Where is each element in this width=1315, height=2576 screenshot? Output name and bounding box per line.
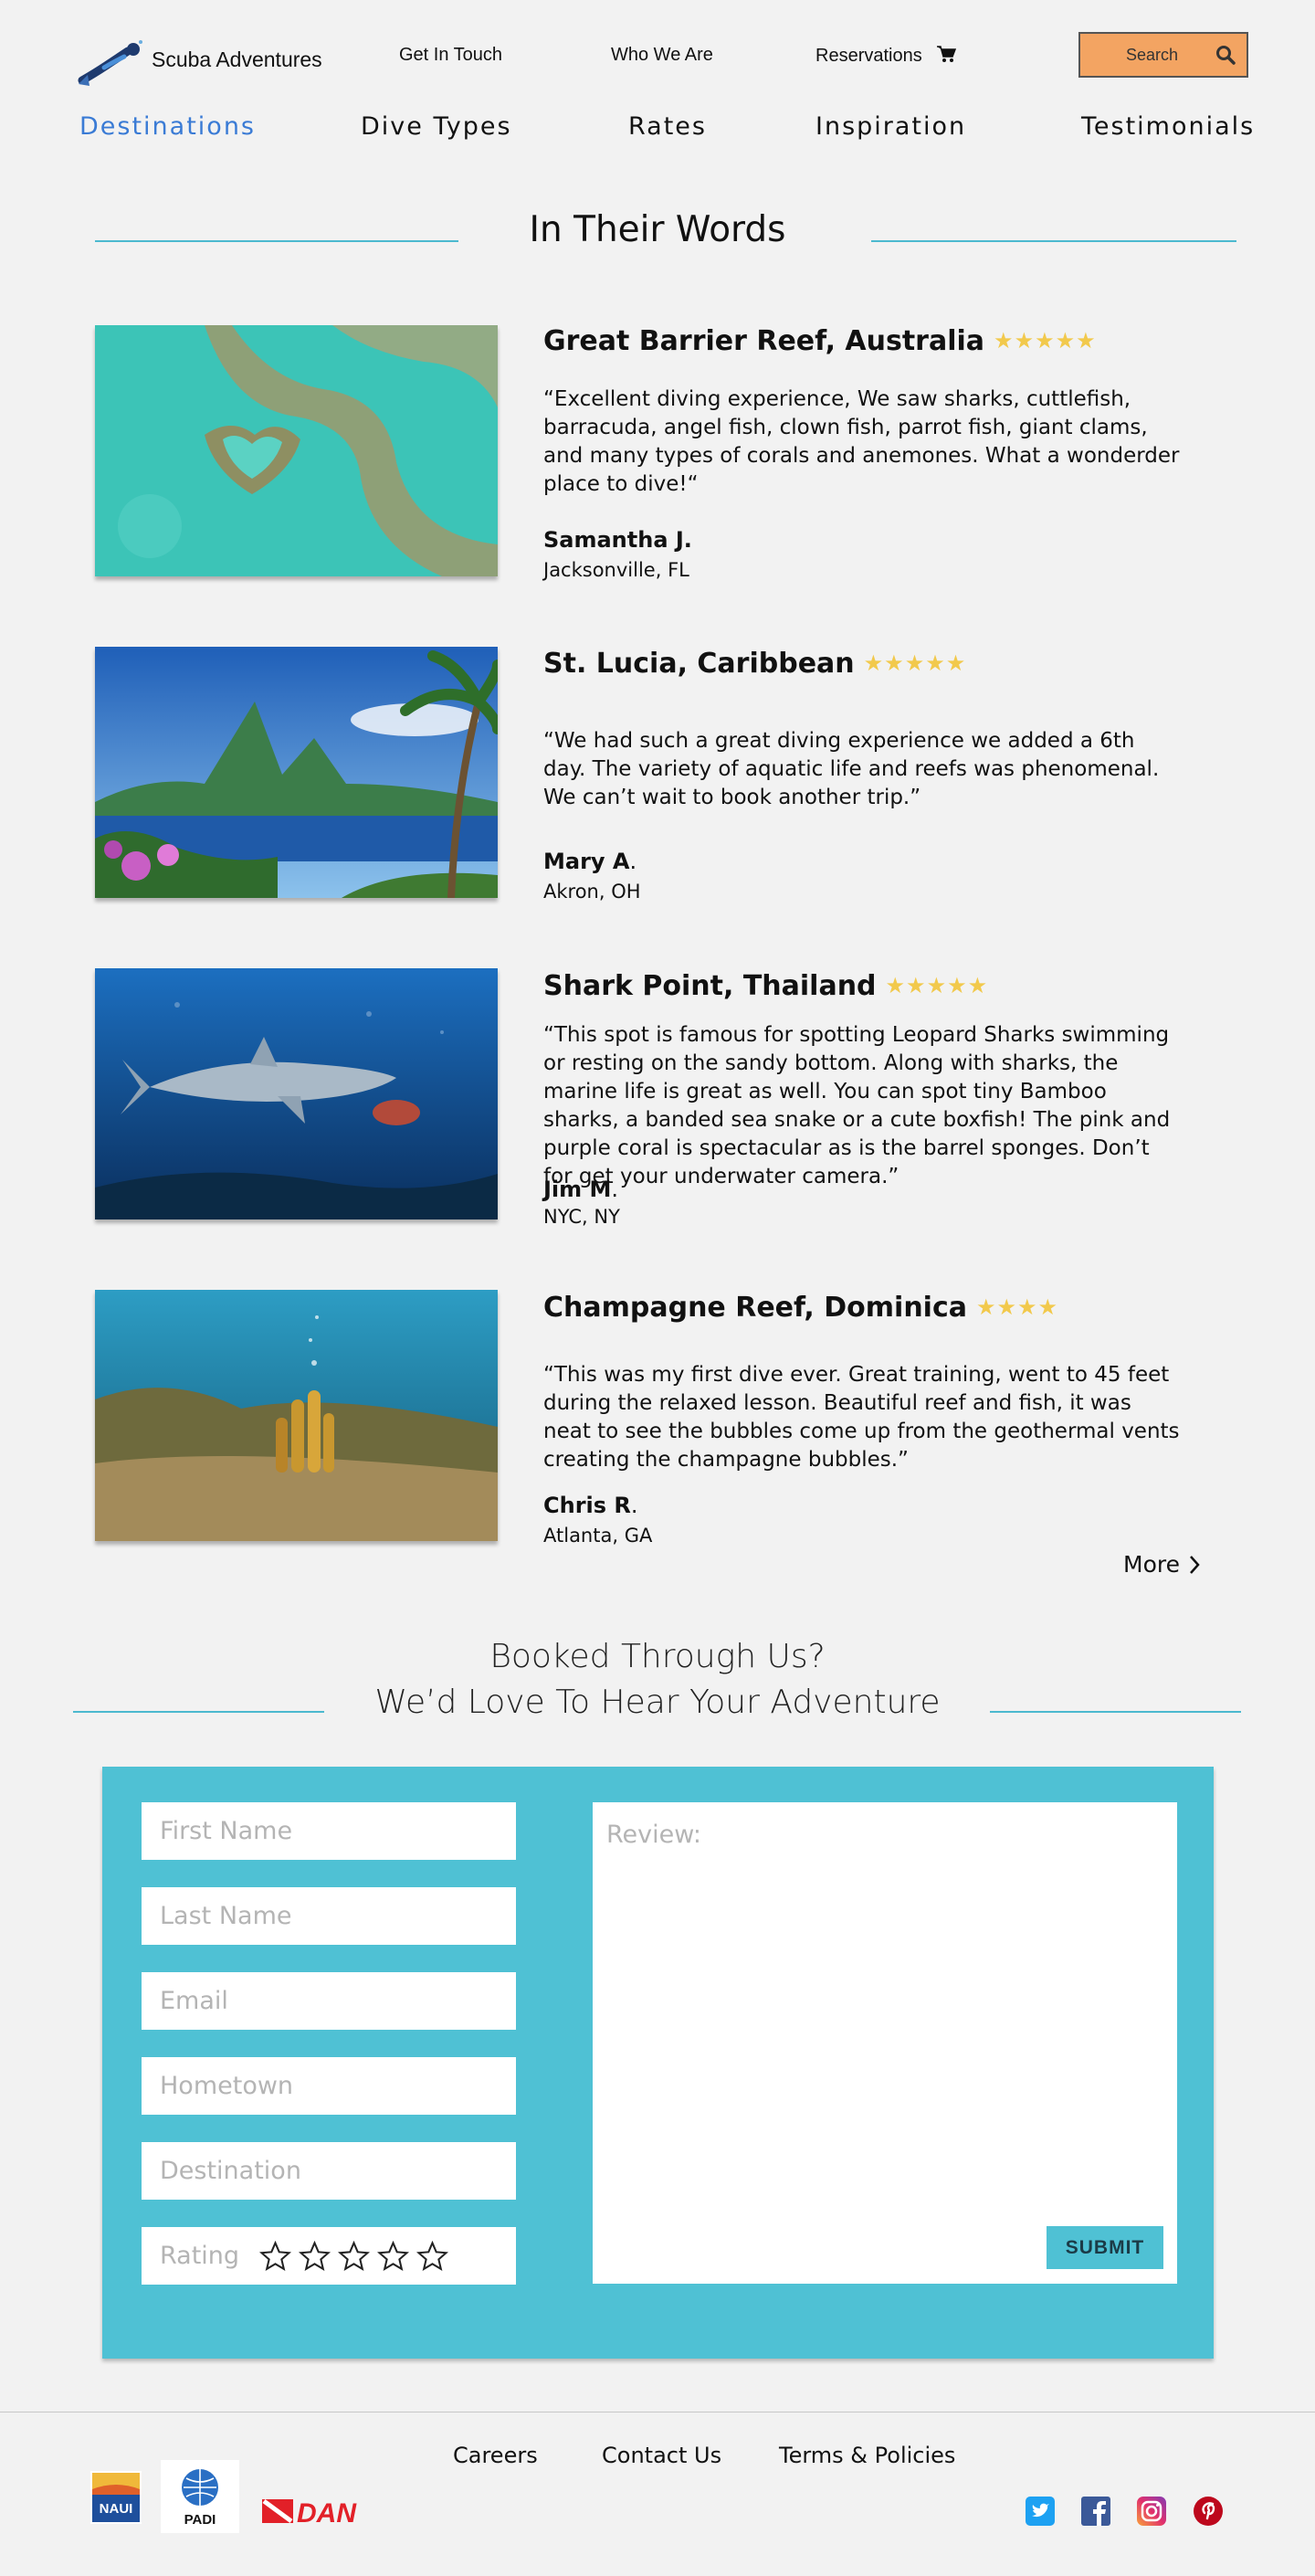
rating-stars: ★★★★ xyxy=(976,1294,1059,1320)
logo[interactable]: Scuba Adventures xyxy=(77,38,322,90)
footer-terms-link[interactable]: Terms & Policies xyxy=(779,2443,955,2468)
place-name: Great Barrier Reef, Australia xyxy=(543,325,985,357)
rating-star-picker xyxy=(259,2240,456,2272)
rating-field: Rating xyxy=(142,2227,516,2285)
rating-star-icon[interactable] xyxy=(259,2240,292,2272)
destination-field[interactable]: Destination xyxy=(142,2142,516,2200)
reviewer-name: Samantha J. xyxy=(543,527,692,553)
reviewer-name-text: Chris R xyxy=(543,1493,631,1518)
reviewer-name-suffix: . xyxy=(630,1493,638,1518)
reviewer-name-text: Jim M xyxy=(543,1177,612,1202)
rating-stars: ★★★★★ xyxy=(994,328,1097,354)
logo-text: Scuba Adventures xyxy=(152,47,322,71)
place-name: St. Lucia, Caribbean xyxy=(543,648,855,680)
svg-text:PADI: PADI xyxy=(184,2512,216,2528)
reviewer-name: Chris R. xyxy=(543,1493,638,1518)
title-rule-right xyxy=(871,240,1236,242)
submit-button[interactable]: SUBMIT xyxy=(1047,2226,1163,2269)
chevron-right-icon xyxy=(1190,1555,1200,1574)
reviewer-city: Akron, OH xyxy=(543,881,641,903)
search-button[interactable]: Search xyxy=(1078,32,1248,78)
review-textarea[interactable]: Review: xyxy=(593,1802,1177,2284)
facebook-icon[interactable] xyxy=(1081,2497,1110,2526)
who-we-are-link[interactable]: Who We Are xyxy=(611,45,713,66)
search-icon xyxy=(1216,46,1236,65)
review-form: First Name Last Name Email Hometown Dest… xyxy=(102,1767,1214,2359)
nav-dive-types[interactable]: Dive Types xyxy=(361,112,512,141)
testimonial-quote: “Excellent diving experience, We saw sha… xyxy=(543,387,1180,496)
booking-rule-left xyxy=(73,1711,324,1713)
champagne-reef-image xyxy=(95,1290,498,1541)
twitter-icon[interactable] xyxy=(1026,2497,1055,2526)
reviewer-city: Atlanta, GA xyxy=(543,1525,653,1547)
pinterest-icon[interactable] xyxy=(1194,2497,1223,2526)
naui-logo: NAUI xyxy=(90,2471,142,2528)
rating-star-icon[interactable] xyxy=(299,2240,331,2272)
testimonial-place: Great Barrier Reef, Australia ★★★★★ xyxy=(543,325,1097,357)
hometown-field[interactable]: Hometown xyxy=(142,2057,516,2115)
nav-testimonials[interactable]: Testimonials xyxy=(1081,112,1255,141)
email-field[interactable]: Email xyxy=(142,1972,516,2030)
nav-rates[interactable]: Rates xyxy=(628,112,707,141)
section-title: In Their Words xyxy=(529,209,786,250)
rating-label: Rating xyxy=(160,2242,240,2270)
first-name-field[interactable]: First Name xyxy=(142,1802,516,1860)
padi-logo: PADI xyxy=(161,2460,239,2537)
rating-stars: ★★★★★ xyxy=(885,973,989,998)
testimonial-place: Shark Point, Thailand ★★★★★ xyxy=(543,970,988,1002)
dan-logo: DAN xyxy=(260,2496,373,2530)
last-name-field[interactable]: Last Name xyxy=(142,1887,516,1945)
more-link[interactable]: More xyxy=(1123,1551,1200,1578)
reviewer-city: NYC, NY xyxy=(543,1206,620,1228)
reviewer-name: Jim M. xyxy=(543,1177,618,1202)
rating-star-icon[interactable] xyxy=(377,2240,410,2272)
place-name: Shark Point, Thailand xyxy=(543,970,877,1002)
st-lucia-image xyxy=(95,647,498,898)
reservations-label: Reservations xyxy=(815,46,922,66)
booking-heading-line2: We’d Love To Hear Your Adventure xyxy=(374,1684,941,1721)
reviewer-name-text: Samantha J. xyxy=(543,527,692,553)
booking-heading-line1: Booked Through Us? xyxy=(489,1638,826,1675)
booking-rule-right xyxy=(990,1711,1241,1713)
instagram-icon[interactable] xyxy=(1137,2497,1166,2526)
testimonial-quote: “We had such a great diving experience w… xyxy=(543,729,1160,809)
rating-stars: ★★★★★ xyxy=(863,650,967,676)
scuba-diver-icon xyxy=(78,40,142,86)
rating-star-icon[interactable] xyxy=(416,2240,449,2272)
place-name: Champagne Reef, Dominica xyxy=(543,1292,967,1324)
reviewer-name-text: Mary A xyxy=(543,849,630,874)
testimonial-quote: “This was my first dive ever. Great trai… xyxy=(543,1363,1180,1472)
svg-text:NAUI: NAUI xyxy=(100,2501,133,2517)
testimonial-place: Champagne Reef, Dominica ★★★★ xyxy=(543,1292,1058,1324)
nav-destinations[interactable]: Destinations xyxy=(79,112,256,141)
rating-star-icon[interactable] xyxy=(338,2240,371,2272)
nav-inspiration[interactable]: Inspiration xyxy=(815,112,966,141)
footer-careers-link[interactable]: Careers xyxy=(453,2443,538,2468)
reviewer-city: Jacksonville, FL xyxy=(543,559,689,581)
reef-heart-image xyxy=(95,325,498,576)
reviewer-name-suffix: . xyxy=(629,849,637,874)
testimonial-quote: “This spot is famous for spotting Leopar… xyxy=(543,1023,1171,1188)
reviewer-name: Mary A. xyxy=(543,849,636,874)
testimonial-place: St. Lucia, Caribbean ★★★★★ xyxy=(543,648,966,680)
shark-image xyxy=(95,968,498,1219)
reviewer-name-suffix: . xyxy=(611,1177,619,1202)
get-in-touch-link[interactable]: Get In Touch xyxy=(399,45,502,66)
svg-text:DAN: DAN xyxy=(297,2498,357,2527)
more-label: More xyxy=(1123,1551,1180,1578)
cart-icon xyxy=(937,46,957,62)
search-label: Search xyxy=(1126,45,1179,64)
footer-contact-link[interactable]: Contact Us xyxy=(602,2443,721,2468)
reservations-link[interactable]: Reservations xyxy=(815,45,957,67)
